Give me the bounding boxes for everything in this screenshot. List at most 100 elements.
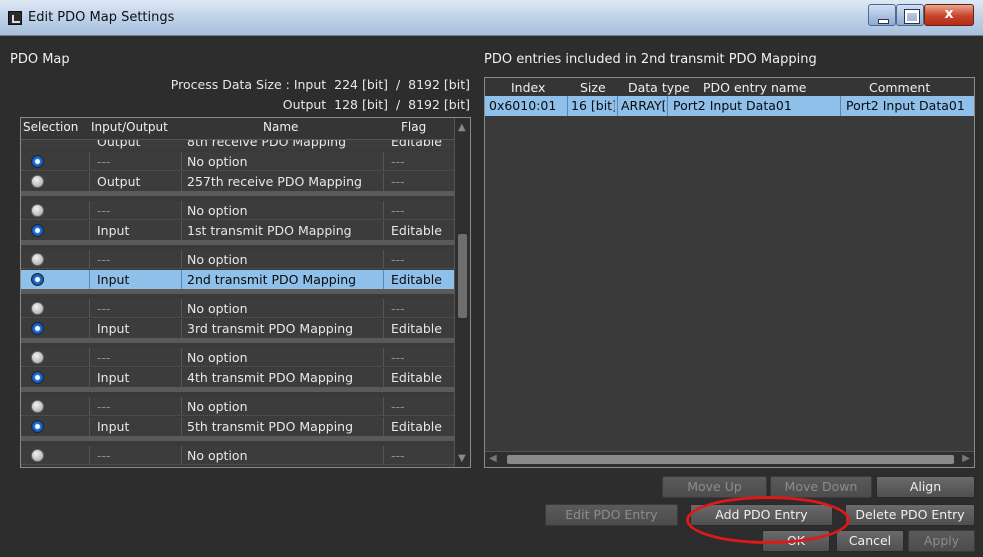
scroll-down-icon[interactable]: ▼ (458, 453, 468, 464)
scroll-left-icon[interactable]: ◀ (489, 453, 497, 464)
column-header-entry-name[interactable]: PDO entry name (703, 80, 806, 95)
edit-pdo-entry-button[interactable]: Edit PDO Entry (545, 504, 678, 526)
delete-pdo-entry-button[interactable]: Delete PDO Entry (845, 504, 975, 526)
pdo-map-table: Selection Input/Output Name Flag Output … (20, 117, 471, 468)
move-up-button[interactable]: Move Up (662, 476, 767, 498)
table-row[interactable]: Input 3rd transmit PDO Mapping Editable (21, 319, 454, 338)
pdo-mapping-group: --- No option --- Output 257th receive PDO M… (21, 152, 454, 196)
row-name: No option (187, 350, 248, 365)
row-io: Input (97, 272, 130, 287)
table-row[interactable]: Input 1st transmit PDO Mapping Editable (21, 221, 454, 240)
minimize-icon[interactable] (868, 4, 896, 26)
row-name: No option (187, 154, 248, 169)
app-icon (8, 11, 22, 25)
table-row[interactable]: --- No option --- (21, 348, 454, 367)
row-io: Output (97, 174, 141, 189)
radio-unselected-icon[interactable] (31, 302, 44, 315)
column-header-comment[interactable]: Comment (869, 80, 930, 95)
pdo-map-label: PDO Map (10, 52, 70, 67)
row-io: --- (97, 252, 111, 267)
row-io: --- (97, 399, 111, 414)
title-bar[interactable]: Edit PDO Map Settings x (0, 0, 983, 36)
row-flag: Editable (391, 223, 442, 238)
table-row[interactable]: Output 8th receive PDO Mapping Editable (21, 140, 454, 149)
row-name: 3rd transmit PDO Mapping (187, 321, 354, 336)
scroll-right-icon[interactable]: ▶ (962, 453, 970, 464)
row-flag: --- (391, 252, 405, 267)
radio-selected-icon[interactable] (31, 155, 44, 168)
row-flag: --- (391, 154, 405, 169)
row-flag: Editable (391, 419, 442, 434)
table-row[interactable]: Input 2nd transmit PDO Mapping Editable (21, 270, 454, 289)
row-name: 5th transmit PDO Mapping (187, 419, 354, 434)
radio-selected-icon[interactable] (31, 371, 44, 384)
table-row[interactable]: 0x6010:01 16 [bit] ARRAY[0..1] OF BYTE P… (485, 96, 974, 116)
scroll-up-icon[interactable]: ▲ (458, 122, 468, 133)
row-flag: Editable (391, 321, 442, 336)
row-flag: --- (391, 350, 405, 365)
radio-selected-icon[interactable] (31, 420, 44, 433)
radio-selected-icon[interactable] (31, 224, 44, 237)
pdo-mapping-group: --- No option --- Input 4th transmit PDO Map… (21, 348, 454, 392)
row-name: No option (187, 399, 248, 414)
radio-selected-icon[interactable] (31, 273, 44, 286)
column-header-name[interactable]: Name (263, 120, 298, 134)
row-name: 4th transmit PDO Mapping (187, 370, 354, 385)
row-comment: Port2 Input Data01 (846, 98, 965, 113)
column-header-input-output[interactable]: Input/Output (91, 120, 168, 134)
row-name: 1st transmit PDO Mapping (187, 223, 352, 238)
column-header-index[interactable]: Index (511, 80, 545, 95)
row-io: --- (97, 301, 111, 316)
row-io: --- (97, 154, 111, 169)
row-io: --- (97, 203, 111, 218)
pdo-map-table-header: Selection Input/Output Name Flag (21, 118, 454, 140)
apply-button[interactable]: Apply (908, 530, 975, 552)
pdo-mapping-group: --- No option --- Input 3rd transmit PDO Map… (21, 299, 454, 343)
radio-unselected-icon[interactable] (31, 351, 44, 364)
table-row[interactable]: Input 4th transmit PDO Mapping Editable (21, 368, 454, 387)
table-row[interactable]: --- No option --- (21, 201, 454, 220)
row-io: Input (97, 321, 130, 336)
scroll-thumb[interactable] (507, 455, 954, 464)
table-row[interactable]: Output 257th receive PDO Mapping --- (21, 172, 454, 191)
row-io: Input (97, 419, 130, 434)
table-row[interactable]: --- No option --- (21, 250, 454, 269)
close-icon[interactable]: x (924, 4, 974, 26)
row-entry-name: Port2 Input Data01 (673, 98, 792, 113)
radio-unselected-icon[interactable] (31, 449, 44, 462)
pdo-entries-table-header: Index Size Data type PDO entry name Comm… (485, 78, 974, 96)
align-button[interactable]: Align (876, 476, 975, 498)
highlight-circle (686, 496, 850, 544)
row-name: 2nd transmit PDO Mapping (187, 272, 357, 287)
table-row[interactable]: --- No option --- (21, 397, 454, 416)
maximize-icon[interactable] (896, 4, 924, 26)
row-flag: --- (391, 174, 405, 189)
scroll-thumb[interactable] (458, 234, 467, 318)
radio-unselected-icon[interactable] (31, 175, 44, 188)
radio-unselected-icon[interactable] (31, 253, 44, 266)
window-title: Edit PDO Map Settings (28, 10, 175, 25)
table-row[interactable]: Input 5th transmit PDO Mapping Editable (21, 417, 454, 436)
table-row[interactable]: --- No option --- (21, 152, 454, 171)
row-io: --- (97, 448, 111, 463)
row-name: 257th receive PDO Mapping (187, 174, 362, 189)
column-header-size[interactable]: Size (580, 80, 606, 95)
cancel-button[interactable]: Cancel (836, 530, 904, 552)
table-row[interactable]: --- No option --- (21, 446, 454, 465)
radio-selected-icon[interactable] (31, 322, 44, 335)
horizontal-scrollbar[interactable]: ◀ ▶ (485, 451, 974, 467)
row-io: --- (97, 350, 111, 365)
table-row[interactable]: --- No option --- (21, 299, 454, 318)
row-data-type: ARRAY[0..1] OF BYTE (621, 98, 665, 113)
row-name: 8th receive PDO Mapping (187, 140, 347, 149)
radio-unselected-icon[interactable] (31, 400, 44, 413)
column-header-data-type[interactable]: Data type (628, 80, 690, 95)
radio-unselected-icon[interactable] (31, 204, 44, 217)
row-flag: --- (391, 203, 405, 218)
process-data-size-output: Output 128 [bit] / 8192 [bit] (282, 97, 470, 112)
column-header-flag[interactable]: Flag (401, 120, 426, 134)
vertical-scrollbar[interactable]: ▲ ▼ (454, 118, 470, 467)
move-down-button[interactable]: Move Down (770, 476, 872, 498)
row-flag: Editable (391, 370, 442, 385)
column-header-selection[interactable]: Selection (23, 120, 78, 134)
